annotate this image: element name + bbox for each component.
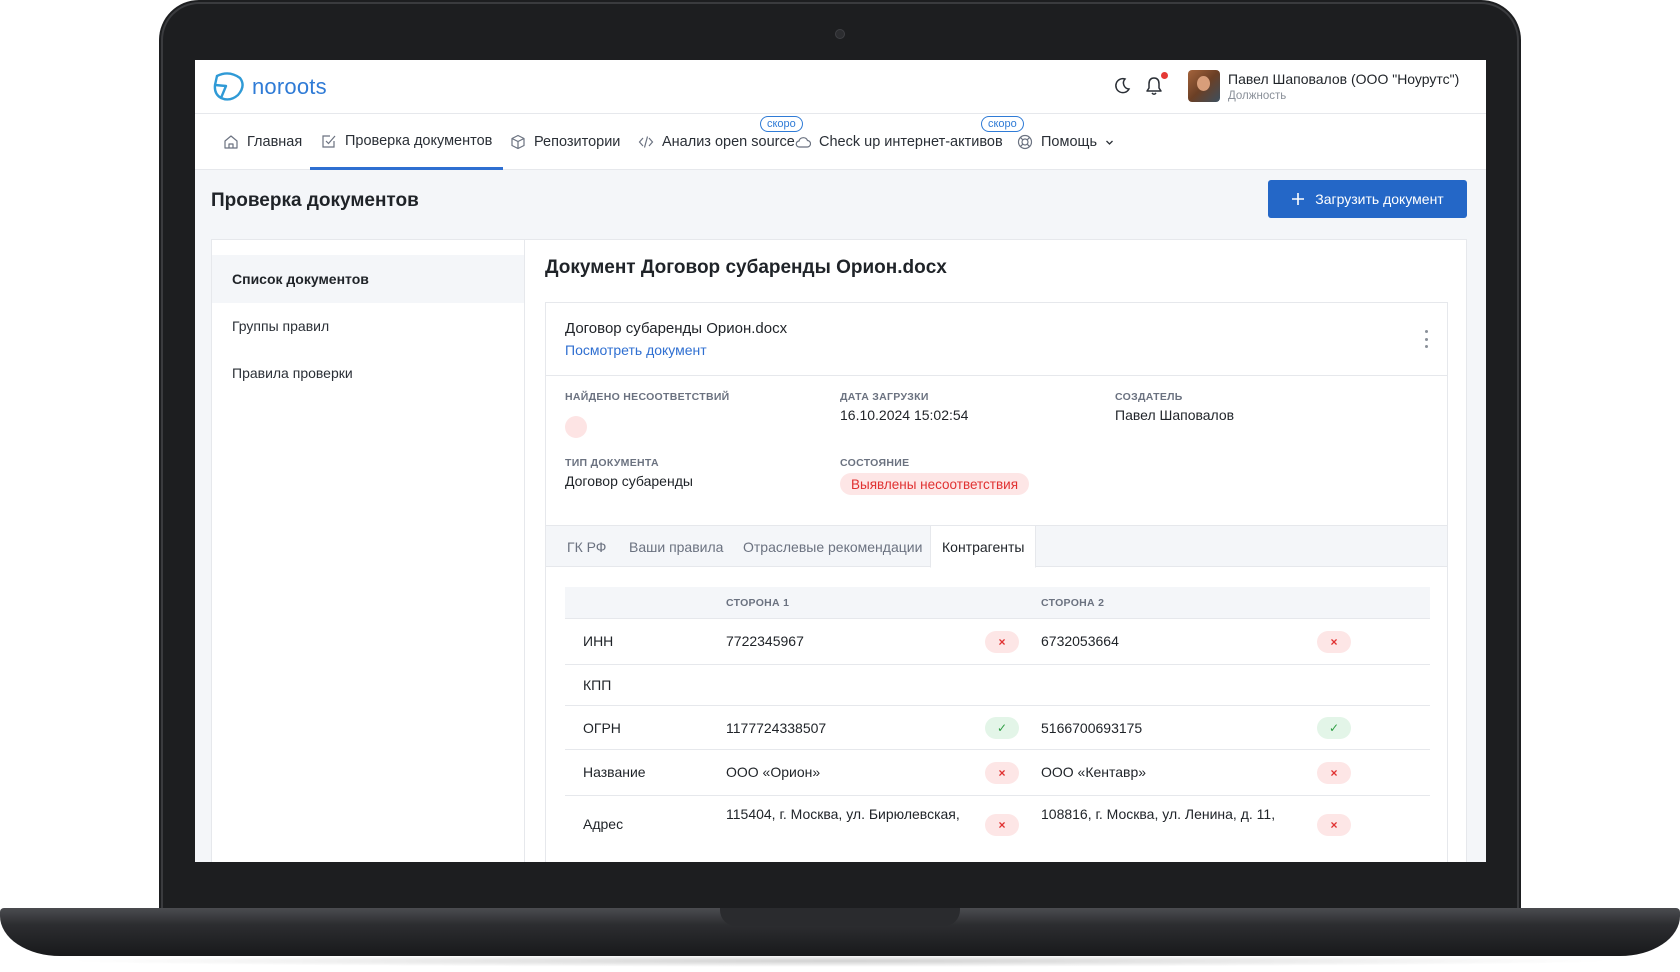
sidebar-item-rule-groups[interactable]: Группы правил	[212, 302, 524, 350]
side2-value: 5166700693175	[1041, 720, 1143, 736]
sidebar-item-documents[interactable]: Список документов	[212, 255, 524, 303]
main-panel: Список документов Группы правил Правила …	[211, 239, 1467, 862]
user-role: Должность	[1228, 90, 1287, 102]
author-label: Создатель	[1115, 391, 1183, 403]
found-issues-badge	[565, 416, 587, 438]
found-issues-label: Найдено несоответствий	[565, 391, 730, 403]
camera-dot	[835, 29, 845, 39]
noroots-logo-icon	[213, 72, 244, 101]
nav-item-label: Главная	[247, 134, 303, 150]
side2-value: ООО «Кентавр»	[1041, 764, 1147, 780]
row-field: КПП	[583, 677, 612, 693]
column-header-side2: Сторона 2	[1041, 597, 1105, 609]
side1-value: 115404, г. Москва, ул. Бирюлевская,	[726, 806, 960, 822]
doc-type-label: Тип документа	[565, 457, 659, 469]
sidebar: Список документов Группы правил Правила …	[212, 240, 525, 862]
mismatch-icon: ×	[985, 814, 1019, 836]
nav-item-repos[interactable]: Репозитории	[510, 114, 620, 170]
rules-tabs: ГК РФ Ваши правила Отраслевые рекомендац…	[546, 525, 1447, 568]
column-header-side1: Сторона 1	[726, 597, 790, 609]
side2-value: 108816, г. Москва, ул. Ленина, д. 11,	[1041, 806, 1276, 822]
lifebuoy-icon	[1017, 134, 1033, 150]
tab-industry-recommendations[interactable]: Отраслевые рекомендации	[732, 526, 933, 568]
table-header: Сторона 1 Сторона 2	[565, 587, 1430, 619]
mismatch-icon: ×	[1317, 631, 1351, 653]
more-options-icon[interactable]	[1423, 330, 1429, 348]
sidebar-item-label: Группы правил	[232, 318, 330, 334]
row-field: Название	[583, 764, 646, 780]
laptop-shadow	[60, 955, 1620, 967]
doc-type-value: Договор субаренды	[565, 473, 693, 489]
nav-item-help[interactable]: Помощь	[1017, 114, 1114, 170]
moon-icon[interactable]	[1113, 77, 1131, 95]
doc-check-icon	[322, 134, 336, 148]
check-icon: ✓	[1317, 717, 1351, 739]
mismatch-icon: ×	[1317, 814, 1351, 836]
mismatch-icon: ×	[985, 762, 1019, 784]
logo[interactable]: noroots	[212, 72, 327, 102]
document-card: Договор субаренды Орион.docx Посмотреть …	[545, 302, 1448, 862]
row-field: ОГРН	[583, 720, 621, 736]
nav-item-label: Помощь	[1041, 134, 1098, 150]
user-name[interactable]: Павел Шаповалов (ООО "Ноурутс")	[1228, 71, 1459, 87]
sidebar-item-label: Правила проверки	[232, 365, 353, 381]
row-field: Адрес	[583, 816, 624, 832]
document-file-name: Договор субаренды Орион.docx	[565, 320, 788, 337]
table-row: Адрес 115404, г. Москва, ул. Бирюлевская…	[565, 796, 1430, 856]
tab-gk-rf[interactable]: ГК РФ	[556, 526, 617, 568]
home-icon	[224, 135, 238, 149]
view-document-link[interactable]: Посмотреть документ	[565, 342, 707, 358]
table-row: КПП	[565, 665, 1430, 706]
bell-icon[interactable]	[1145, 76, 1163, 96]
avatar[interactable]	[1188, 70, 1220, 102]
mismatch-icon: ×	[1317, 762, 1351, 784]
row-field: ИНН	[583, 633, 614, 649]
table-row: Название ООО «Орион» × ООО «Кентавр» ×	[565, 750, 1430, 796]
tab-counterparties[interactable]: Контрагенты	[930, 525, 1037, 568]
app-screen: noroots Павел Шаповалов (ООО "Ноурутс") …	[195, 60, 1486, 862]
author-value: Павел Шаповалов	[1115, 407, 1235, 423]
sidebar-item-label: Список документов	[232, 271, 369, 287]
top-bar: noroots Павел Шаповалов (ООО "Ноурутс") …	[195, 60, 1486, 114]
nav-item-label: Проверка документов	[345, 132, 493, 149]
document-heading: Документ Договор субаренды Орион.docx	[545, 257, 947, 278]
plus-icon	[1292, 193, 1305, 205]
page-title: Проверка документов	[211, 190, 419, 211]
logo-text: noroots	[252, 74, 327, 99]
nav-item-doc-check[interactable]: Проверка документов	[310, 114, 504, 170]
laptop-notch	[720, 908, 960, 926]
tab-your-rules[interactable]: Ваши правила	[618, 526, 734, 568]
side1-value: ООО «Орион»	[726, 764, 821, 780]
upload-date-value: 16.10.2024 15:02:54	[840, 407, 969, 423]
side1-value: 7722345967	[726, 633, 804, 649]
status-label: Состояние	[840, 457, 910, 469]
status-badge: Выявлены несоответствия	[840, 473, 1030, 495]
table-row: ОГРН 1177724338507 ✓ 5166700693175 ✓	[565, 706, 1430, 750]
document-card-header: Договор субаренды Орион.docx Посмотреть …	[546, 303, 1447, 376]
chevron-down-icon	[1106, 140, 1113, 145]
side2-value: 6732053664	[1041, 633, 1119, 649]
nav-item-label: Репозитории	[534, 134, 621, 150]
main-nav: Главная Проверка документов Репозитории …	[195, 114, 1486, 170]
upload-date-label: Дата загрузки	[840, 391, 929, 403]
notification-dot	[1161, 72, 1168, 79]
box-icon	[511, 134, 525, 150]
nav-item-checkup[interactable]: Check up интернет-активов	[795, 114, 1003, 170]
side1-value: 1177724338507	[726, 720, 827, 736]
mismatch-icon: ×	[985, 631, 1019, 653]
check-icon: ✓	[985, 717, 1019, 739]
nav-item-label: Check up интернет-активов	[819, 134, 1003, 150]
sidebar-item-check-rules[interactable]: Правила проверки	[212, 349, 524, 397]
table-row: ИНН 7722345967 × 6732053664 ×	[565, 619, 1430, 665]
cloud-icon	[795, 137, 811, 148]
nav-item-home[interactable]: Главная	[223, 114, 302, 170]
code-icon	[638, 136, 654, 148]
nav-item-label: Анализ open source	[662, 134, 795, 150]
upload-button-label: Загрузить документ	[1315, 191, 1444, 207]
upload-document-button[interactable]: Загрузить документ	[1268, 180, 1467, 218]
